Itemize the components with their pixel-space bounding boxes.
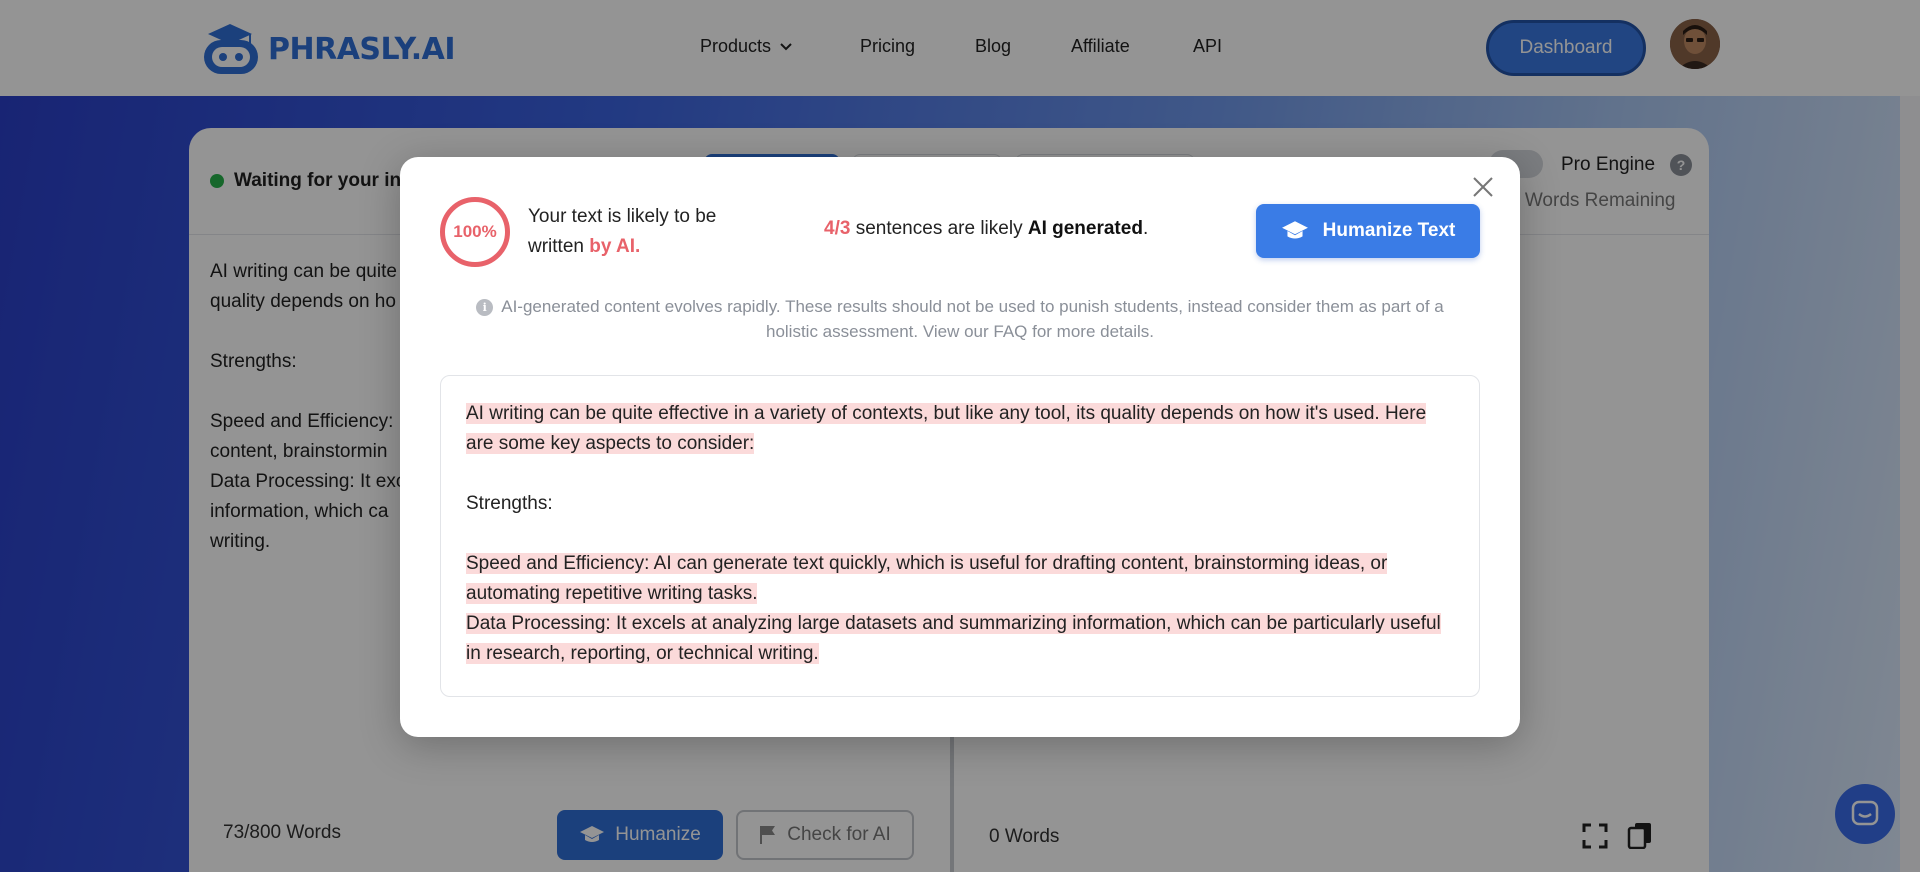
result-paragraph-3: Speed and Efficiency: AI can generate te… xyxy=(466,549,1454,609)
sentence-ai-label: AI generated xyxy=(1027,218,1143,239)
analysis-result-box: AI writing can be quite effective in a v… xyxy=(440,375,1480,697)
likelihood-highlight: by AI. xyxy=(589,236,641,257)
ai-detection-modal: 100% Your text is likely to be written b… xyxy=(400,157,1520,737)
info-icon: i xyxy=(476,299,494,316)
humanize-text-button[interactable]: Humanize Text xyxy=(1256,204,1480,258)
disclaimer: i AI-generated content evolves rapidly. T… xyxy=(460,294,1460,344)
sentence-summary: 4/3 sentences are likely AI generated. xyxy=(824,218,1148,240)
result-paragraph-2: Strengths: xyxy=(466,493,553,514)
close-icon[interactable] xyxy=(1470,174,1496,200)
ai-highlighted-sentence: Speed and Efficiency: AI can generate te… xyxy=(466,553,1388,604)
graduation-cap-icon xyxy=(1281,221,1308,239)
sentence-middle: sentences are likely xyxy=(850,218,1028,239)
ai-score-ring: 100% xyxy=(440,197,510,267)
disclaimer-text: AI-generated content evolves rapidly. Th… xyxy=(501,297,1444,341)
sentence-end: . xyxy=(1142,218,1149,239)
result-paragraph-1: AI writing can be quite effective in a v… xyxy=(466,399,1454,459)
ai-score-value: 100% xyxy=(453,222,497,241)
likelihood-summary: Your text is likely to be written by AI. xyxy=(528,202,748,262)
sentence-count: 4/3 xyxy=(824,218,851,239)
ai-highlighted-sentence: AI writing can be quite effective in a v… xyxy=(466,403,1427,454)
ai-highlighted-sentence: Data Processing: It excels at analyzing … xyxy=(466,613,1441,664)
result-paragraph-4: Data Processing: It excels at analyzing … xyxy=(466,609,1454,669)
humanize-text-label: Humanize Text xyxy=(1322,220,1456,241)
